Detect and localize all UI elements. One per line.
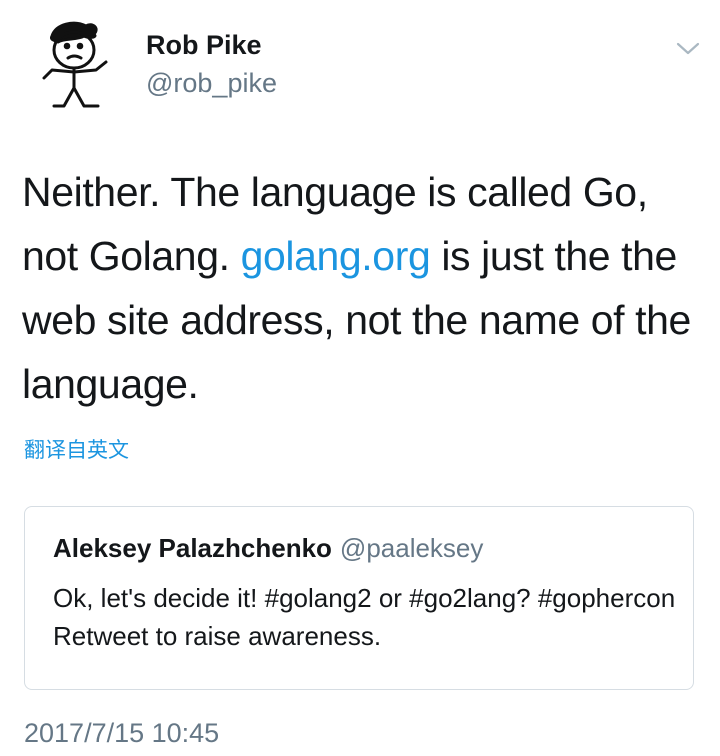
author-display-name[interactable]: Rob Pike [146, 30, 262, 61]
stick-figure-avatar-icon [42, 21, 108, 108]
quoted-author-handle: @paaleksey [339, 533, 484, 563]
chevron-down-icon [676, 42, 700, 55]
tweet-menu-button[interactable] [674, 36, 702, 60]
avatar[interactable] [34, 14, 124, 114]
quoted-tweet-text: Ok, let's decide it! #golang2 or #go2lan… [53, 583, 676, 651]
quoted-author-name: Aleksey Palazhchenko [53, 533, 332, 563]
author-handle[interactable]: @rob_pike [146, 68, 277, 99]
translate-tweet-link[interactable]: 翻译自英文 [24, 434, 129, 464]
tweet-link[interactable]: golang.org [241, 233, 431, 279]
tweet-text: Neither. The language is called Go, not … [22, 160, 702, 416]
quoted-tweet[interactable]: Aleksey Palazhchenko @paaleksey Ok, let's… [24, 506, 694, 690]
quoted-tweet-header: Aleksey Palazhchenko @paaleksey [53, 533, 483, 564]
tweet-timestamp[interactable]: 2017/7/15 10:45 [24, 718, 219, 749]
